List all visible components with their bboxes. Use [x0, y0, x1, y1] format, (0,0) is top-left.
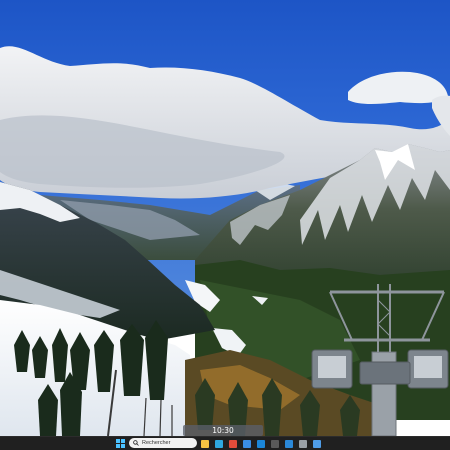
edge-icon[interactable]: [215, 440, 223, 448]
chrome-icon[interactable]: [229, 440, 237, 448]
photos-icon[interactable]: [285, 440, 293, 448]
taskbar: Rechercher: [0, 436, 450, 450]
search-input[interactable]: Rechercher: [129, 438, 197, 448]
mail-icon[interactable]: [257, 440, 265, 448]
app-icon[interactable]: [313, 440, 321, 448]
windows-start-icon[interactable]: [116, 439, 125, 448]
settings-icon[interactable]: [299, 440, 307, 448]
desktop: 10:30 Rechercher: [0, 0, 450, 450]
search-icon: [133, 440, 139, 446]
file-explorer-icon[interactable]: [201, 440, 209, 448]
time-overlay: 10:30: [183, 425, 263, 436]
terminal-icon[interactable]: [271, 440, 279, 448]
wallpaper-mountain-ski-lift: [0, 0, 450, 437]
search-placeholder: Rechercher: [142, 440, 171, 446]
store-icon[interactable]: [243, 440, 251, 448]
